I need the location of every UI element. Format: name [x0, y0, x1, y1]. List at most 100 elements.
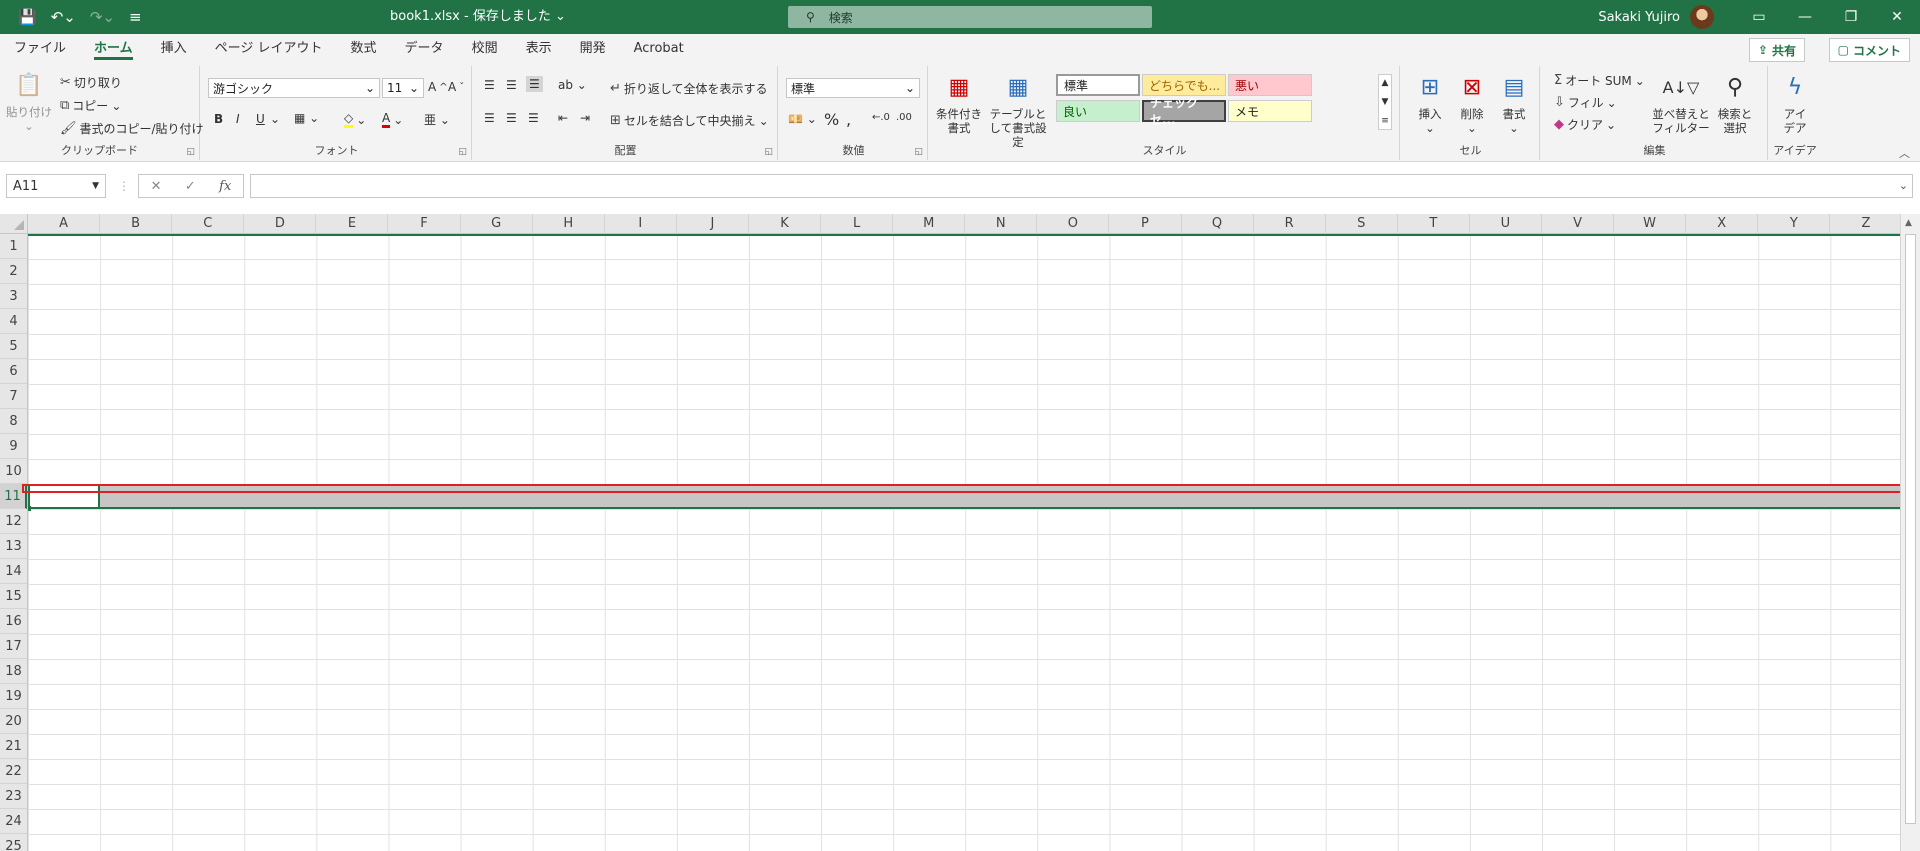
- column-header-z[interactable]: Z: [1830, 214, 1903, 234]
- row-header-6[interactable]: 6: [0, 359, 27, 384]
- tab-3[interactable]: ページ レイアウト: [201, 34, 337, 64]
- style-cell-3[interactable]: 良い: [1056, 100, 1140, 122]
- save-icon[interactable]: 💾: [18, 8, 37, 26]
- row-header-10[interactable]: 10: [0, 459, 27, 484]
- cell-grid[interactable]: [28, 234, 1900, 851]
- increase-decimal-icon[interactable]: ←.0: [872, 112, 890, 123]
- font-color-icon[interactable]: A ⌄: [382, 111, 403, 128]
- row-header-3[interactable]: 3: [0, 284, 27, 309]
- row-header-17[interactable]: 17: [0, 634, 27, 659]
- column-header-u[interactable]: U: [1470, 214, 1542, 234]
- dialog-launcher-icon[interactable]: ◱: [914, 147, 923, 157]
- column-header-j[interactable]: J: [677, 214, 749, 234]
- font-name-combo[interactable]: 游ゴシック ⌄: [208, 78, 380, 98]
- column-header-g[interactable]: G: [461, 214, 533, 234]
- style-cell-5[interactable]: メモ: [1228, 100, 1312, 122]
- tab-2[interactable]: 挿入: [147, 34, 201, 64]
- row-header-12[interactable]: 12: [0, 509, 27, 534]
- decrease-font-size-icon[interactable]: Aˇ: [448, 80, 464, 94]
- row-header-19[interactable]: 19: [0, 684, 27, 709]
- wrap-text-button[interactable]: ↵ 折り返して全体を表示する: [610, 80, 768, 97]
- row-header-24[interactable]: 24: [0, 809, 27, 834]
- style-cell-4[interactable]: チェック セ...: [1142, 96, 1226, 127]
- column-header-s[interactable]: S: [1326, 214, 1398, 234]
- style-cell-1[interactable]: どちらでも...: [1142, 74, 1226, 96]
- dialog-launcher-icon[interactable]: ◱: [764, 147, 773, 157]
- align-middle-icon[interactable]: ☰: [506, 78, 517, 92]
- column-header-d[interactable]: D: [244, 214, 317, 234]
- accounting-format-icon[interactable]: 💴 ⌄: [788, 112, 817, 126]
- row-header-4[interactable]: 4: [0, 309, 27, 334]
- dialog-launcher-icon[interactable]: ◱: [186, 147, 195, 157]
- phonetic-guide-icon[interactable]: 亜 ⌄: [424, 111, 450, 128]
- row-header-23[interactable]: 23: [0, 784, 27, 809]
- conditional-format-button[interactable]: ▦ 条件付き書式: [934, 72, 984, 136]
- row-header-7[interactable]: 7: [0, 384, 27, 409]
- borders-icon[interactable]: ▦ ⌄: [294, 111, 319, 125]
- name-box[interactable]: A11 ▼: [6, 174, 106, 198]
- share-button[interactable]: ⇪ 共有: [1748, 38, 1805, 62]
- font-size-combo[interactable]: 11 ⌄: [382, 78, 424, 98]
- bold-button[interactable]: B: [214, 112, 223, 126]
- column-header-m[interactable]: M: [893, 214, 966, 234]
- row-header-13[interactable]: 13: [0, 534, 27, 559]
- row-header-18[interactable]: 18: [0, 659, 27, 684]
- format-as-table-button[interactable]: ▦ テーブルとして書式設定: [984, 72, 1052, 150]
- row-header-14[interactable]: 14: [0, 559, 27, 584]
- italic-button[interactable]: I: [236, 112, 240, 126]
- cancel-icon[interactable]: ✕: [151, 179, 162, 194]
- column-header-w[interactable]: W: [1614, 214, 1687, 234]
- merge-center-button[interactable]: ⊞ セルを結合して中央揃え ⌄: [610, 112, 769, 129]
- redo-icon[interactable]: ↷⌄: [90, 8, 115, 26]
- tab-4[interactable]: 数式: [337, 34, 391, 64]
- tab-6[interactable]: 校閲: [458, 34, 512, 64]
- row-header-8[interactable]: 8: [0, 409, 27, 434]
- search-box[interactable]: ⚲ 検索: [788, 6, 1152, 28]
- paste-button[interactable]: 📋 貼り付け ⌄: [6, 70, 52, 134]
- formula-bar-splitter[interactable]: ⋮: [118, 179, 130, 193]
- vertical-scrollbar[interactable]: ▲: [1900, 214, 1920, 851]
- decrease-indent-icon[interactable]: ⇤: [558, 111, 568, 125]
- format-cells-button[interactable]: ▤ 書式 ⌄: [1494, 72, 1534, 136]
- row-header-22[interactable]: 22: [0, 759, 27, 784]
- column-header-l[interactable]: L: [821, 214, 894, 234]
- column-header-r[interactable]: R: [1254, 214, 1326, 234]
- tab-0[interactable]: ファイル: [0, 34, 80, 64]
- orientation-icon[interactable]: ab ⌄: [558, 78, 587, 92]
- formula-input[interactable]: [250, 174, 1913, 198]
- column-header-q[interactable]: Q: [1182, 214, 1254, 234]
- column-header-y[interactable]: Y: [1758, 214, 1831, 234]
- customize-toolbar-icon[interactable]: ≡: [129, 8, 142, 26]
- align-top-icon[interactable]: ☰: [484, 78, 495, 92]
- comment-button[interactable]: ▢ コメント: [1828, 38, 1910, 62]
- row-header-5[interactable]: 5: [0, 334, 27, 359]
- restore-icon[interactable]: ❐: [1828, 0, 1874, 34]
- decrease-decimal-icon[interactable]: .00: [896, 112, 912, 123]
- row-header-20[interactable]: 20: [0, 709, 27, 734]
- number-format-combo[interactable]: 標準 ⌄: [786, 78, 920, 98]
- style-cell-0[interactable]: 標準: [1056, 74, 1140, 96]
- underline-button[interactable]: U: [256, 112, 265, 126]
- expand-formula-bar-icon[interactable]: ⌄: [1899, 179, 1908, 192]
- column-header-k[interactable]: K: [749, 214, 822, 234]
- ribbon-display-options-icon[interactable]: ▭: [1736, 0, 1782, 34]
- row-header-16[interactable]: 16: [0, 609, 27, 634]
- tab-1[interactable]: ホーム: [80, 34, 147, 64]
- comma-style-icon[interactable]: ,: [846, 110, 851, 129]
- insert-cells-button[interactable]: ⊞ 挿入 ⌄: [1410, 72, 1450, 136]
- column-header-n[interactable]: N: [965, 214, 1038, 234]
- underline-dropdown-icon[interactable]: ⌄: [270, 112, 280, 126]
- tab-5[interactable]: データ: [391, 34, 458, 64]
- delete-cells-button[interactable]: ⊠ 削除 ⌄: [1452, 72, 1492, 136]
- avatar[interactable]: [1690, 5, 1714, 29]
- column-header-c[interactable]: C: [172, 214, 245, 234]
- clear-button[interactable]: ◆ クリア ⌄: [1554, 116, 1616, 133]
- undo-icon[interactable]: ↶⌄: [51, 8, 76, 26]
- column-header-f[interactable]: F: [388, 214, 461, 234]
- fill-button[interactable]: ⇩ フィル ⌄: [1554, 94, 1617, 111]
- percent-style-icon[interactable]: %: [824, 110, 839, 129]
- styles-gallery-scroll[interactable]: ▲ ▼ ≡: [1378, 74, 1392, 130]
- find-select-button[interactable]: ⚲ 検索と 選択: [1712, 72, 1758, 136]
- align-left-icon[interactable]: ☰: [484, 111, 495, 125]
- align-center-icon[interactable]: ☰: [506, 111, 517, 125]
